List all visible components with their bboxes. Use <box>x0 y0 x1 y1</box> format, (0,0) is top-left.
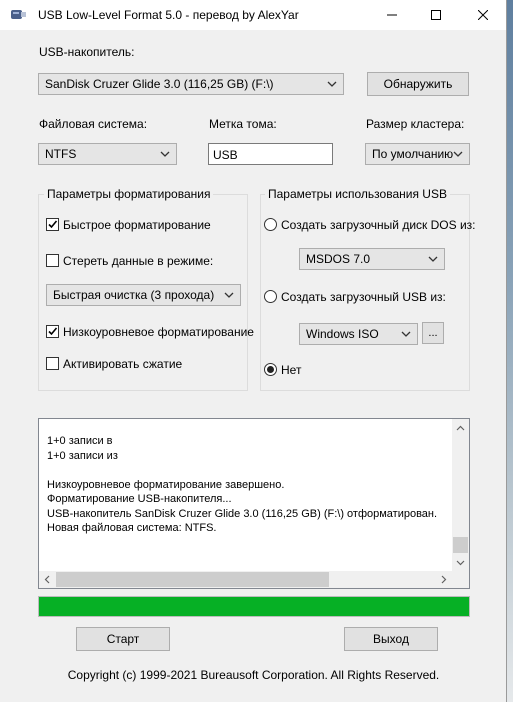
log-line: Низкоуровневое форматирование завершено. <box>47 478 285 491</box>
none-radio[interactable] <box>264 363 277 376</box>
cluster-size-value: По умолчанию <box>372 147 454 161</box>
log-line: USB-накопитель SanDisk Cruzer Glide 3.0 … <box>47 507 438 520</box>
usb-params-title: Параметры использования USB <box>265 187 450 201</box>
wipe-method-value: Быстрая очистка (3 прохода) <box>53 288 215 302</box>
progress-bar <box>38 596 470 617</box>
low-level-label[interactable]: Низкоуровневое форматирование <box>63 325 254 339</box>
dos-boot-label[interactable]: Создать загрузочный диск DOS из: <box>281 218 476 232</box>
vertical-scroll-thumb[interactable] <box>453 537 468 553</box>
radio-selected-dot <box>267 366 274 373</box>
volume-label-input[interactable]: USB <box>208 143 333 165</box>
log-line: Форматирование USB-накопителя... <box>47 493 232 505</box>
scroll-left-icon[interactable] <box>44 575 50 584</box>
compression-label[interactable]: Активировать сжатие <box>63 357 182 371</box>
copyright-text: Copyright (c) 1999-2021 Bureausoft Corpo… <box>67 668 440 682</box>
log-line: 1+0 записи из <box>47 449 118 462</box>
log-line: Новая файловая система: NTFS. <box>47 522 217 534</box>
app-window: USB Low-Level Format 5.0 - перевод by Al… <box>0 0 507 702</box>
chevron-down-icon <box>401 331 411 337</box>
file-system-value: NTFS <box>45 147 77 161</box>
progress-fill <box>39 597 469 616</box>
none-label[interactable]: Нет <box>281 363 301 377</box>
dos-version-value: MSDOS 7.0 <box>306 252 371 266</box>
low-level-checkbox[interactable] <box>46 325 59 338</box>
format-params-title: Параметры форматирования <box>44 187 214 201</box>
maximize-button[interactable] <box>413 0 459 30</box>
minimize-icon <box>387 14 397 16</box>
scroll-right-icon[interactable] <box>441 575 447 584</box>
title-bar[interactable]: USB Low-Level Format 5.0 - перевод by Al… <box>0 0 506 30</box>
usb-drive-icon <box>11 10 26 19</box>
quick-format-label[interactable]: Быстрое форматирование <box>63 218 211 232</box>
dos-version-select[interactable]: MSDOS 7.0 <box>299 248 445 270</box>
checkmark-icon <box>48 327 58 336</box>
usb-drive-select[interactable]: SanDisk Cruzer Glide 3.0 (116,25 GB) (F:… <box>38 73 344 95</box>
usb-drive-label: USB-накопитель: <box>39 45 135 59</box>
window-title: USB Low-Level Format 5.0 - перевод by Al… <box>38 8 299 22</box>
log-horizontal-scrollbar[interactable] <box>39 571 452 588</box>
maximize-icon <box>431 10 441 20</box>
chevron-down-icon <box>224 292 234 298</box>
quick-format-checkbox[interactable] <box>46 218 59 231</box>
wipe-method-select[interactable]: Быстрая очистка (3 прохода) <box>46 284 241 306</box>
usb-boot-radio[interactable] <box>264 290 277 303</box>
wipe-mode-checkbox[interactable] <box>46 254 59 267</box>
file-system-select[interactable]: NTFS <box>38 143 177 165</box>
log-vertical-scrollbar[interactable] <box>452 419 469 571</box>
chevron-down-icon <box>453 151 463 157</box>
cluster-size-select[interactable]: По умолчанию <box>365 143 470 165</box>
close-button[interactable] <box>460 0 506 30</box>
dos-boot-radio[interactable] <box>264 218 277 231</box>
usb-boot-label[interactable]: Создать загрузочный USB из: <box>281 290 446 304</box>
scrollbar-corner <box>452 571 469 588</box>
volume-label-caption: Метка тома: <box>209 117 277 131</box>
compression-checkbox[interactable] <box>46 357 59 370</box>
log-output[interactable]: 1+0 записи в 1+0 записи из Низкоуровневое … <box>38 418 470 589</box>
chevron-down-icon <box>327 81 337 87</box>
minimize-button[interactable] <box>369 0 415 30</box>
chevron-down-icon <box>428 256 438 262</box>
exit-button[interactable]: Выход <box>344 627 438 651</box>
file-system-label: Файловая система: <box>39 117 148 131</box>
iso-source-select[interactable]: Windows ISO <box>299 323 418 345</box>
horizontal-scroll-thumb[interactable] <box>56 572 329 587</box>
iso-source-value: Windows ISO <box>306 327 379 341</box>
log-line: 1+0 записи в <box>47 435 113 447</box>
close-icon <box>478 10 488 20</box>
cluster-size-label: Размер кластера: <box>366 117 465 131</box>
detect-button[interactable]: Обнаружить <box>367 72 469 96</box>
scroll-up-icon[interactable] <box>456 425 465 431</box>
chevron-down-icon <box>160 151 170 157</box>
start-button[interactable]: Старт <box>76 627 170 651</box>
browse-button[interactable]: ... <box>422 322 444 344</box>
wipe-mode-label[interactable]: Стереть данные в режиме: <box>63 254 213 268</box>
scroll-down-icon[interactable] <box>456 560 465 566</box>
checkmark-icon <box>48 220 58 229</box>
usb-drive-value: SanDisk Cruzer Glide 3.0 (116,25 GB) (F:… <box>45 77 274 91</box>
